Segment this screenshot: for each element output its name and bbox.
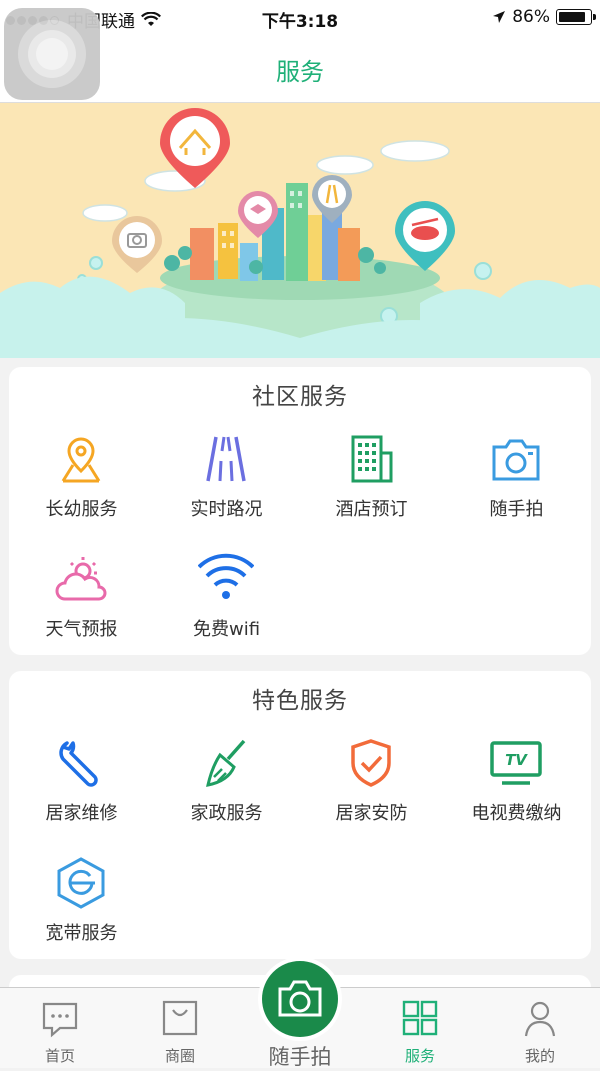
battery-icon [556, 9, 596, 25]
service-label: 实时路况 [190, 499, 263, 520]
tv-icon-text: TV [505, 751, 528, 769]
tab-services[interactable]: 服务 [360, 988, 480, 1068]
tab-snapshot[interactable]: 随手拍 [240, 957, 360, 1069]
tab-mine[interactable]: 我的 [480, 988, 600, 1068]
snapshot-button[interactable] [262, 961, 338, 1037]
service-label: 居家安防 [335, 803, 408, 824]
service-label: 家政服务 [190, 803, 263, 824]
service-tv-payment[interactable]: TV 电视费缴纳 [444, 737, 589, 847]
location-pin-map-icon [61, 437, 101, 483]
tab-home[interactable]: 首页 [0, 988, 120, 1068]
service-wifi[interactable]: 免费wifi [154, 553, 299, 663]
service-home-repair[interactable]: 居家维修 [9, 737, 154, 847]
service-label: 宽带服务 [45, 923, 118, 944]
service-label: 免费wifi [192, 619, 261, 640]
wrench-icon [59, 741, 98, 787]
service-label: 随手拍 [489, 499, 544, 520]
wifi-icon [198, 553, 254, 599]
weather-icon [55, 557, 107, 601]
service-elder-child[interactable]: 长幼服务 [9, 433, 154, 543]
service-broadband[interactable]: 宽带服务 [9, 857, 154, 967]
tv-icon: TV [490, 741, 542, 785]
community-services-title: 社区服务 [252, 384, 348, 410]
location-arrow-icon [493, 11, 506, 23]
assistive-touch-button[interactable] [4, 8, 100, 100]
service-label: 长幼服务 [45, 499, 118, 520]
featured-services-card: 特色服务 居家维修 家政服务 居家安防 TV 电视费缴纳 宽带服务 [9, 671, 591, 959]
tab-label: 服务 [404, 1047, 435, 1065]
city-illustration [0, 108, 600, 358]
service-hotel[interactable]: 酒店预订 [299, 433, 444, 543]
shield-check-icon [351, 739, 391, 787]
service-label: 居家维修 [45, 803, 118, 824]
service-label: 天气预报 [45, 619, 118, 640]
message-icon [42, 1002, 78, 1038]
shopping-bag-icon [162, 1000, 198, 1036]
tab-label: 我的 [524, 1047, 555, 1065]
camera-icon [492, 439, 540, 481]
service-label: 电视费缴纳 [471, 803, 562, 824]
tab-label: 首页 [44, 1047, 75, 1065]
service-housekeeping[interactable]: 家政服务 [154, 737, 299, 847]
grid-icon [402, 1000, 438, 1036]
broom-icon [206, 739, 246, 787]
battery-percent: 86% [512, 7, 550, 27]
building-icon [351, 435, 393, 483]
service-banner[interactable] [0, 103, 600, 358]
service-traffic[interactable]: 实时路况 [154, 433, 299, 543]
service-home-security[interactable]: 居家安防 [299, 737, 444, 847]
community-services-card: 社区服务 长幼服务 实时路况 酒店预订 随手拍 天气预报 免费wifi [9, 367, 591, 655]
tab-business[interactable]: 商圈 [120, 988, 240, 1068]
camera-icon [278, 980, 322, 1017]
person-icon [524, 1001, 556, 1037]
tab-label: 商圈 [164, 1047, 195, 1065]
road-icon [206, 436, 246, 482]
service-label: 酒店预订 [335, 499, 408, 520]
service-snapshot[interactable]: 随手拍 [444, 433, 589, 543]
featured-services-title: 特色服务 [252, 688, 348, 714]
service-weather[interactable]: 天气预报 [9, 553, 154, 663]
broadband-icon [57, 857, 105, 909]
